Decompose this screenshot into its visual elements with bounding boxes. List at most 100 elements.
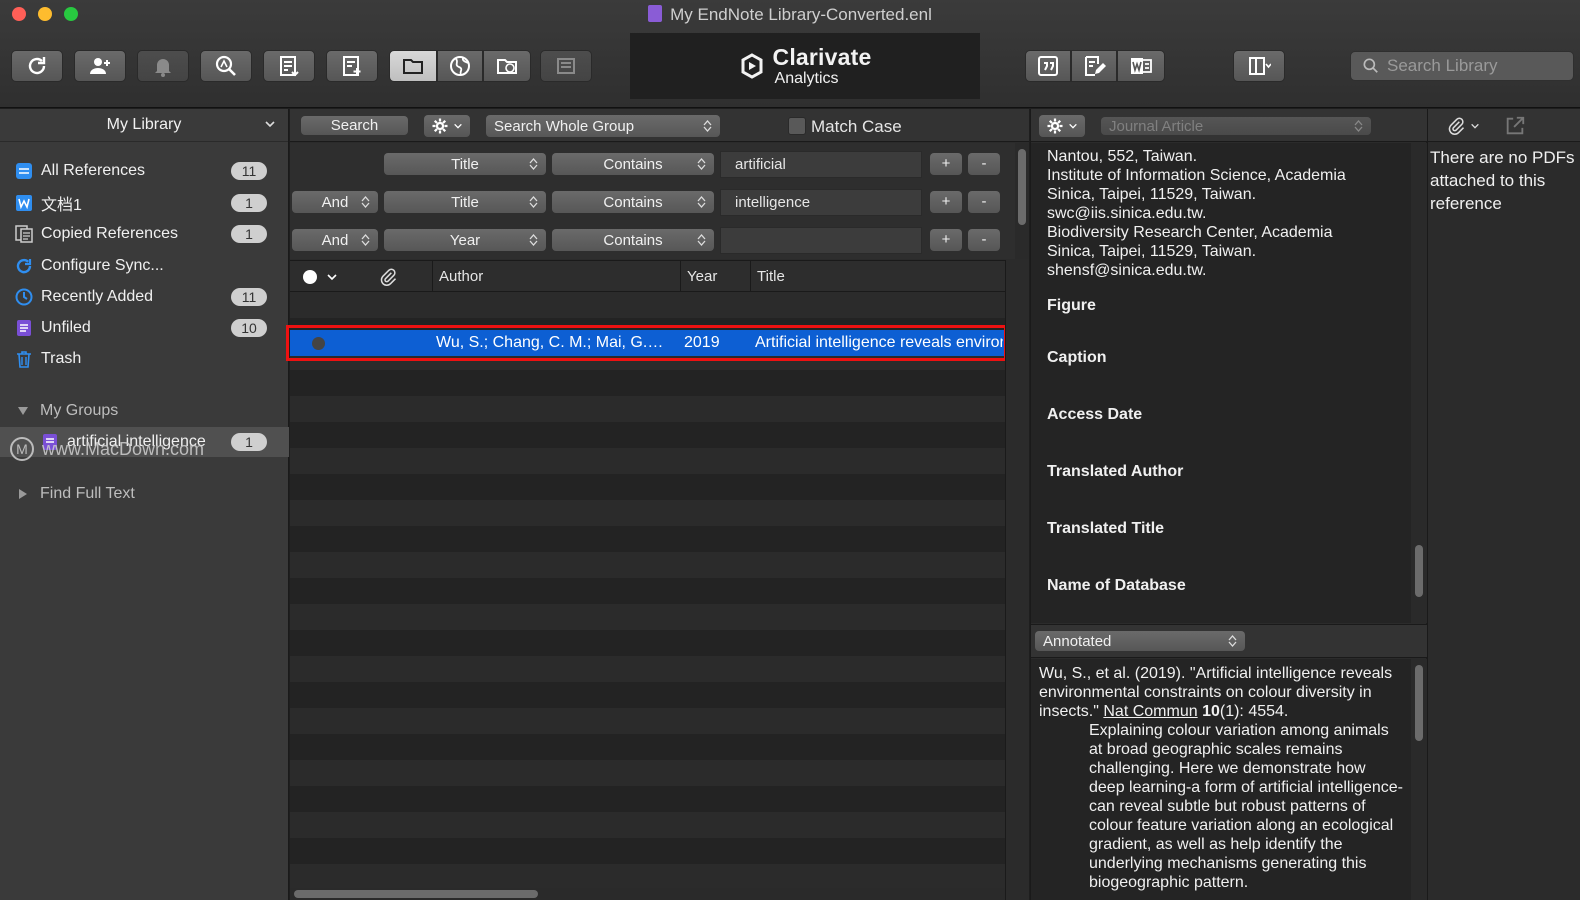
sync-button[interactable] [11, 50, 63, 82]
remove-criteria-button[interactable]: - [968, 229, 1000, 251]
scroll-thumb[interactable] [1018, 149, 1026, 225]
attachment-column[interactable] [348, 261, 432, 293]
sync-icon [28, 57, 46, 75]
find-full-text-button[interactable] [200, 50, 252, 82]
row-title: Artificial intelligence reveals environ [755, 334, 1003, 351]
sidebar-item-unfiled[interactable]: Unfiled 10 [0, 313, 289, 343]
find-pdf-icon [215, 55, 236, 76]
criteria-operator-select[interactable]: Contains [552, 191, 714, 213]
local-library-mode-button[interactable] [389, 50, 437, 82]
import-button[interactable] [263, 50, 315, 82]
address-line: swc@iis.sinica.edu.tw. [1047, 205, 1207, 222]
count-badge: 11 [231, 288, 267, 306]
layout-button[interactable] [1233, 50, 1285, 82]
horizontal-scrollbar[interactable] [290, 888, 1005, 900]
sidebar-item-word-doc[interactable]: 文档1 1 [0, 188, 289, 218]
criteria-scrollbar[interactable] [1015, 143, 1029, 259]
add-user-icon [90, 58, 110, 74]
sidebar-item-all-references[interactable]: All References 11 [0, 156, 289, 186]
search-options-button[interactable] [424, 115, 470, 137]
criteria-value-input[interactable]: intelligence [720, 189, 922, 216]
clarivate-logo-icon [741, 53, 763, 79]
activity-button[interactable] [137, 50, 189, 82]
remove-criteria-button[interactable]: - [968, 191, 1000, 213]
attach-file-button[interactable] [1446, 115, 1490, 137]
address-line: shensf@sinica.edu.tw. [1047, 262, 1207, 279]
disclosure-right-icon [19, 489, 27, 499]
edit-citation-button[interactable] [1071, 50, 1117, 82]
word-icon [1131, 58, 1152, 74]
updown-arrows-icon [697, 158, 706, 170]
address-line: Sinica, Taipei, 11529, Taiwan. [1047, 186, 1257, 203]
new-reference-button[interactable] [326, 50, 378, 82]
insert-citation-button[interactable] [1025, 50, 1071, 82]
library-sidebar: My Library All References 11 文档1 1 Copie… [0, 109, 289, 900]
my-library-header[interactable]: My Library [0, 109, 288, 142]
integrated-mode-button[interactable] [483, 50, 531, 82]
criteria-operator-select[interactable]: Contains [552, 229, 714, 251]
reference-type-select[interactable]: Journal Article [1101, 117, 1371, 135]
add-criteria-button[interactable]: + [930, 191, 962, 213]
criteria-connector-select[interactable]: And [292, 229, 378, 251]
field-label-figure: Figure [1047, 297, 1096, 314]
citation-preview: Wu, S., et al. (2019). "Artificial intel… [1031, 659, 1411, 900]
sidebar-item-copied-references[interactable]: Copied References 1 [0, 219, 289, 249]
read-status-column[interactable] [290, 261, 348, 293]
gear-icon [1047, 118, 1063, 134]
unfiled-icon [17, 320, 31, 336]
criteria-operator-select[interactable]: Contains [552, 153, 714, 175]
add-criteria-button[interactable]: + [930, 153, 962, 175]
reference-scrollbar[interactable] [1411, 143, 1427, 623]
search-button[interactable]: Search [301, 116, 408, 135]
abstract-text: Explaining colour variation among animal… [1089, 722, 1403, 891]
count-badge: 1 [231, 194, 267, 212]
groups-button[interactable] [540, 50, 592, 82]
count-badge: 1 [231, 433, 267, 451]
table-row[interactable]: Wu, S.; Chang, C. M.; Mai, G.… 2019 Arti… [290, 330, 1005, 356]
address-line: Biodiversity Research Center, Academia [1047, 224, 1333, 241]
bell-icon [155, 59, 171, 77]
go-to-word-button[interactable] [1117, 50, 1165, 82]
search-scope-select[interactable]: Search Whole Group [486, 115, 720, 137]
output-style-select[interactable]: Annotated [1035, 631, 1245, 651]
reference-options-button[interactable] [1039, 115, 1085, 137]
find-full-text-section[interactable]: Find Full Text [0, 481, 289, 507]
criteria-connector-select[interactable]: And [292, 191, 378, 213]
open-in-window-button[interactable] [1504, 115, 1528, 137]
sidebar-item-group-artificial-intelligence[interactable]: artificial intelligence 1 [0, 427, 289, 457]
updown-arrows-icon [361, 234, 370, 246]
criteria-value-input[interactable] [720, 227, 922, 254]
scroll-thumb[interactable] [294, 890, 538, 898]
brand-name: Clarivate [772, 43, 872, 70]
criteria-value-input[interactable]: artificial [720, 151, 922, 178]
remove-criteria-button[interactable]: - [968, 153, 1000, 175]
list-vertical-scrollbar[interactable] [1005, 260, 1029, 900]
year-column-header[interactable]: Year [680, 261, 750, 293]
sidebar-item-trash[interactable]: Trash [0, 344, 289, 374]
scroll-thumb[interactable] [1415, 545, 1423, 597]
chevron-down-icon [454, 123, 462, 129]
scroll-thumb[interactable] [1415, 665, 1423, 741]
title-column-header[interactable]: Title [750, 261, 1005, 293]
reference-fields[interactable]: Nantou, 552, Taiwan. Institute of Inform… [1031, 143, 1411, 623]
sidebar-item-configure-sync[interactable]: Configure Sync... [0, 251, 289, 281]
my-groups-section[interactable]: My Groups [0, 398, 289, 424]
criteria-field-select[interactable]: Year [384, 229, 546, 251]
criteria-field-select[interactable]: Title [384, 191, 546, 213]
paperclip-icon [1448, 117, 1465, 135]
search-library-field[interactable]: Search Library [1350, 51, 1574, 81]
reference-panel: Journal Article Nantou, 552, Taiwan. Ins… [1030, 109, 1427, 900]
online-local-icon [497, 59, 517, 74]
sidebar-item-recently-added[interactable]: Recently Added 11 [0, 282, 289, 312]
online-search-mode-button[interactable] [437, 50, 483, 82]
disclosure-down-icon [18, 407, 28, 415]
author-column-header[interactable]: Author [432, 261, 680, 293]
reference-rows: Wu, S.; Chang, C. M.; Mai, G.… 2019 Arti… [286, 292, 1007, 888]
formatted-citation: Wu, S., et al. (2019). "Artificial intel… [1039, 665, 1393, 720]
match-case-checkbox[interactable] [788, 117, 806, 135]
preview-scrollbar[interactable] [1411, 659, 1427, 900]
sync-icon [16, 258, 32, 274]
add-criteria-button[interactable]: + [930, 229, 962, 251]
share-library-button[interactable] [74, 50, 126, 82]
criteria-field-select[interactable]: Title [384, 153, 546, 175]
